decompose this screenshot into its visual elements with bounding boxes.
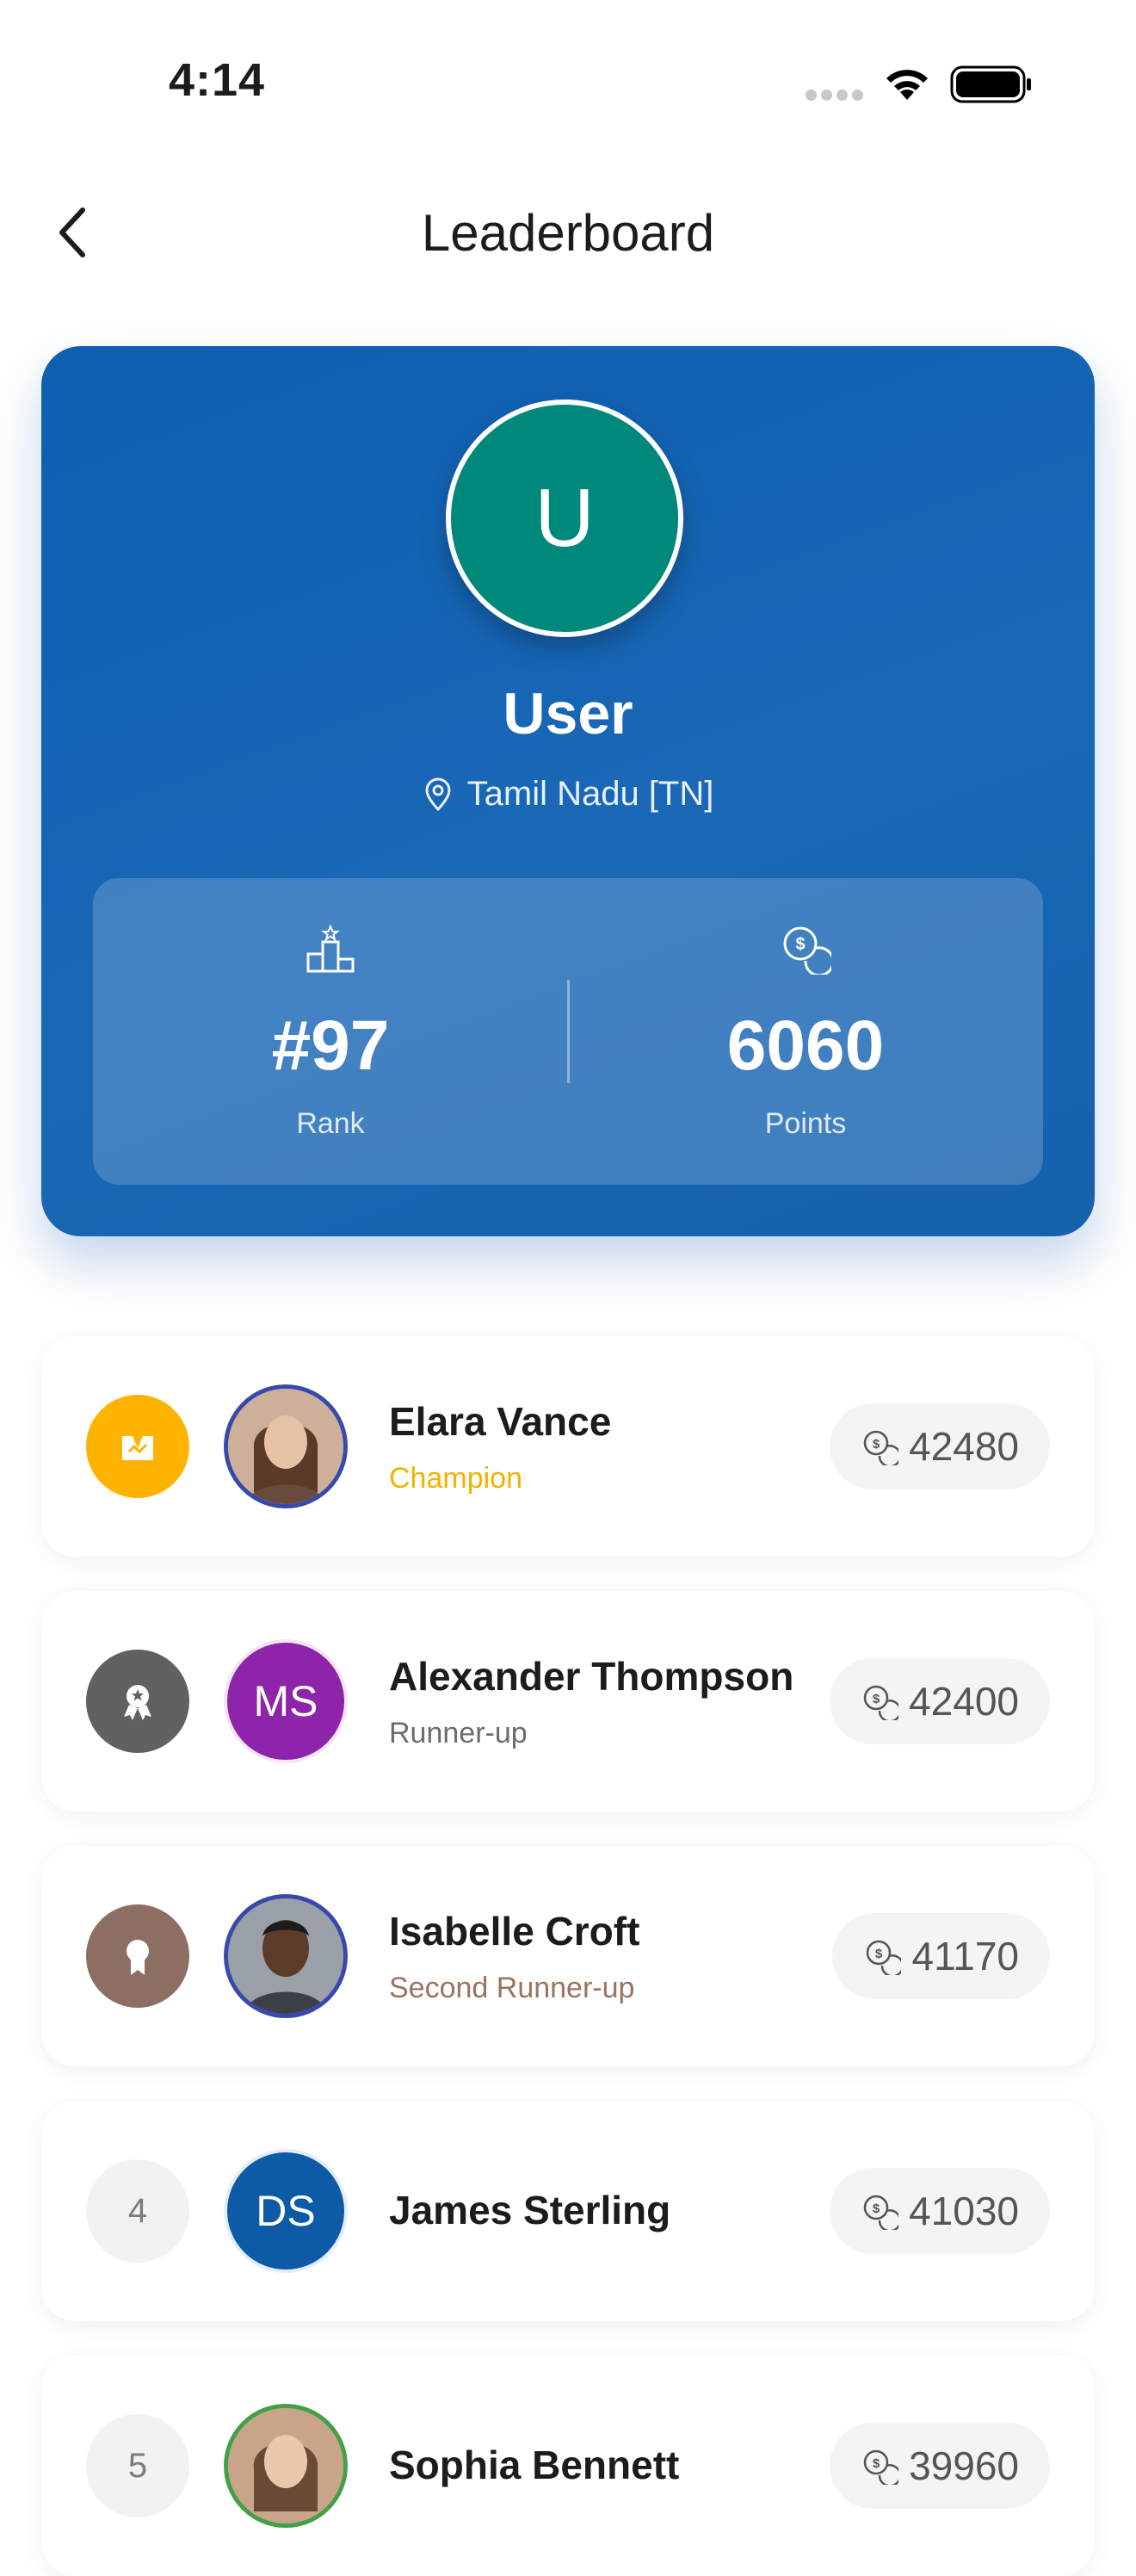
wifi-icon xyxy=(886,70,928,100)
user-title: Runner-up xyxy=(389,1717,528,1749)
profile-avatar: U xyxy=(446,399,683,637)
coins-icon: $ xyxy=(863,1685,899,1720)
points-value: 41030 xyxy=(909,2189,1019,2233)
svg-text:$: $ xyxy=(873,2456,880,2471)
points-stat: $ 6060 Points xyxy=(568,878,1043,1185)
profile-card: U User Tamil Nadu [TN] #97 Rank $ 6060 P… xyxy=(41,346,1095,1236)
rank-stat: #97 Rank xyxy=(93,878,568,1185)
rank-number: 5 xyxy=(86,2414,189,2517)
leaderboard-row[interactable]: Isabelle Croft Second Runner-up $ 41170 xyxy=(41,1846,1095,2066)
user-title: Champion xyxy=(389,1462,522,1495)
stats-box: #97 Rank $ 6060 Points xyxy=(93,878,1043,1185)
avatar xyxy=(224,1384,348,1508)
points-badge: $ 41170 xyxy=(832,1913,1050,1999)
runner-up-medal-icon xyxy=(86,1650,189,1753)
points-value: 41170 xyxy=(911,1934,1019,1978)
points-value: 39960 xyxy=(909,2443,1019,2488)
coins-icon: $ xyxy=(783,926,831,975)
location-text: Tamil Nadu [TN] xyxy=(466,775,714,813)
avatar xyxy=(224,2404,348,2528)
profile-location: Tamil Nadu [TN] xyxy=(41,775,1095,814)
user-name: Elara Vance xyxy=(389,1399,612,1444)
leaderboard-row[interactable]: MS Alexander Thompson Runner-up $ 42400 xyxy=(41,1591,1095,1811)
podium-icon xyxy=(306,924,355,973)
points-badge: $ 42400 xyxy=(830,1658,1050,1744)
points-value: 42480 xyxy=(909,1424,1019,1469)
points-value: 6060 xyxy=(726,1006,885,1085)
champion-medal-icon xyxy=(86,1395,189,1498)
user-name: James Sterling xyxy=(389,2188,671,2232)
header: Leaderboard xyxy=(0,172,1136,293)
coins-icon: $ xyxy=(863,2449,899,2485)
points-label: Points xyxy=(764,1107,847,1140)
svg-text:$: $ xyxy=(873,1692,880,1706)
rank-number: 4 xyxy=(86,2159,189,2263)
svg-text:$: $ xyxy=(873,2201,880,2216)
coins-icon: $ xyxy=(863,1430,899,1465)
page-title: Leaderboard xyxy=(421,204,715,262)
rank-label: Rank xyxy=(296,1107,365,1140)
points-badge: $ 42480 xyxy=(830,1403,1050,1489)
user-name: Isabelle Croft xyxy=(389,1909,640,1954)
svg-text:$: $ xyxy=(795,935,805,954)
avatar: DS xyxy=(224,2149,348,2273)
points-badge: $ 41030 xyxy=(830,2168,1050,2254)
points-badge: $ 39960 xyxy=(830,2423,1050,2509)
user-name: Sophia Bennett xyxy=(389,2443,680,2487)
avatar xyxy=(224,1894,348,2018)
coins-icon: $ xyxy=(863,2195,899,2230)
points-value: 42400 xyxy=(909,1679,1019,1724)
profile-name: User xyxy=(503,681,633,746)
svg-text:$: $ xyxy=(873,1437,880,1452)
leaderboard-row[interactable]: 5 Sophia Bennett $ 39960 xyxy=(41,2356,1095,2576)
leaderboard-row[interactable]: Elara Vance Champion $ 42480 xyxy=(41,1336,1095,1557)
status-time: 4:14 xyxy=(169,54,266,106)
coins-icon: $ xyxy=(867,1940,902,1975)
battery-icon xyxy=(950,65,1031,103)
cellular-signal-icon xyxy=(806,90,867,105)
avatar: MS xyxy=(224,1639,348,1763)
location-pin-icon xyxy=(425,777,451,811)
status-bar: 4:14 xyxy=(0,0,1136,164)
svg-text:$: $ xyxy=(875,1947,883,1961)
user-title: Second Runner-up xyxy=(389,1972,635,2004)
second-runner-up-medal-icon xyxy=(86,1904,189,2008)
leaderboard-row[interactable]: 4 DS James Sterling $ 41030 xyxy=(41,2101,1095,2321)
user-name: Alexander Thompson xyxy=(389,1654,794,1699)
rank-value: #97 xyxy=(271,1006,390,1085)
